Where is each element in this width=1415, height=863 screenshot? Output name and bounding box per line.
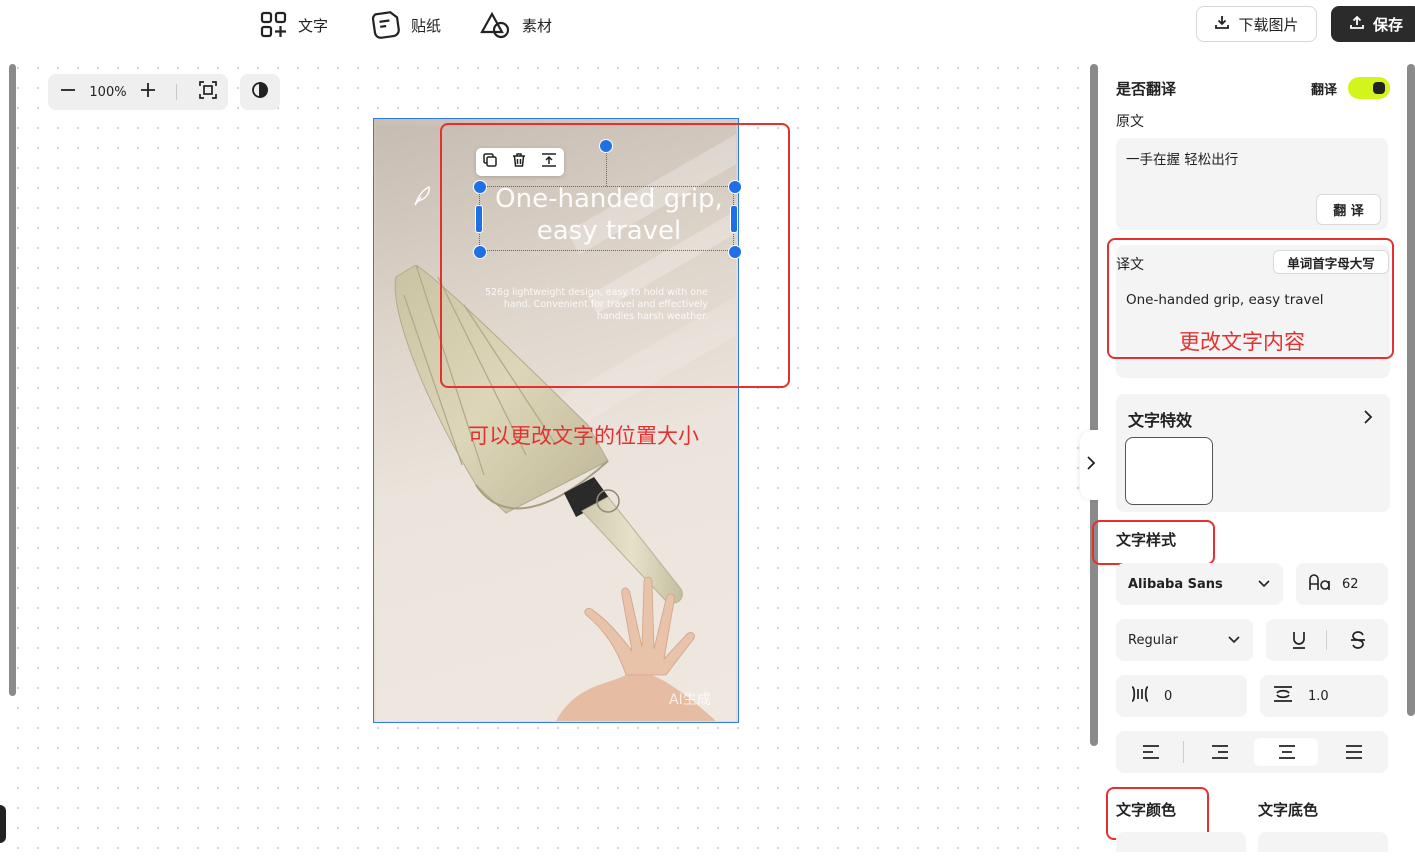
zoom-divider [176,84,177,100]
ai-generated-tag: AI生成 [669,692,711,708]
contrast-icon [251,81,269,103]
grid-plus-icon [260,11,288,39]
sticker-tool-button[interactable]: 贴纸 [371,10,441,40]
text-decoration-group [1266,619,1388,661]
material-tool-button[interactable]: 素材 [480,10,552,40]
feather-icon [412,185,432,211]
canvas-scrollbar-right[interactable] [1090,64,1098,746]
save-label: 保存 [1372,15,1403,34]
save-button[interactable]: 保存 [1331,6,1415,42]
underline-icon[interactable] [1290,630,1308,654]
align-justify-icon[interactable] [1345,744,1363,764]
download-icon [1214,14,1230,34]
font-size-field[interactable]: 62 [1296,563,1388,605]
text-bg-color-picker[interactable] [1258,832,1388,852]
align-divider [1183,741,1184,763]
text-bg-color-label: 文字底色 [1258,801,1319,819]
font-size-icon [1308,573,1332,595]
letter-spacing-field[interactable]: 0 [1116,675,1247,717]
zoom-out-button[interactable] [56,74,80,110]
upload-icon [1349,14,1365,34]
decoration-divider [1326,630,1327,650]
sticker-tool-label: 贴纸 [411,16,442,35]
chevron-right-icon[interactable] [1363,409,1373,429]
text-align-group [1116,731,1388,773]
line-height-field[interactable]: 1.0 [1260,675,1388,717]
sticker-icon [371,10,401,40]
material-tool-label: 素材 [522,16,553,35]
font-family-value: Alibaba Sans [1128,576,1223,592]
fit-screen-button[interactable] [196,74,220,110]
annotation-box-style [1092,520,1215,565]
zoom-in-button[interactable] [136,74,160,110]
strikethrough-icon[interactable] [1349,630,1367,654]
annotation-box-position [440,123,790,388]
translate-toggle-label: 翻译 [1311,83,1338,98]
zoom-toolbar: 100% [48,74,228,110]
align-right-icon[interactable] [1211,744,1229,764]
shapes-icon [480,11,512,39]
effect-preview-swatch[interactable] [1125,437,1213,505]
canvas-scrollbar-left[interactable] [9,64,16,696]
chevron-down-icon [1257,578,1271,593]
align-left-icon[interactable] [1142,744,1160,764]
download-label: 下载图片 [1238,15,1299,34]
align-center-icon[interactable] [1278,744,1296,764]
original-label: 原文 [1116,114,1144,130]
font-size-value: 62 [1342,576,1359,592]
font-family-select[interactable]: Alibaba Sans [1116,563,1283,605]
download-image-button[interactable]: 下载图片 [1196,6,1317,42]
chevron-down-icon [1227,634,1241,649]
collapse-panel-button[interactable] [1080,430,1102,500]
original-text: 一手在握 轻松出行 [1126,152,1239,168]
line-height-value: 1.0 [1308,688,1329,704]
top-toolbar: 文字 贴纸 素材 下载图片 保存 [0,0,1415,52]
minus-icon [59,81,77,103]
translate-button[interactable]: 翻 译 [1316,194,1381,225]
text-tool-label: 文字 [298,16,329,35]
side-handle[interactable] [0,805,6,843]
translate-toggle[interactable] [1348,77,1390,99]
compare-button[interactable] [240,74,280,110]
text-color-picker[interactable] [1116,832,1246,852]
zoom-level: 100% [89,84,127,100]
toggle-knob [1373,82,1385,94]
text-tool-button[interactable]: 文字 [260,10,328,40]
annotation-change-text-note: 更改文字内容 [1179,330,1305,354]
font-weight-select[interactable]: Regular [1116,619,1253,661]
line-height-icon [1272,685,1294,707]
letter-spacing-icon [1130,685,1150,707]
translate-question-label: 是否翻译 [1116,80,1177,98]
letter-spacing-value: 0 [1164,688,1173,704]
font-weight-value: Regular [1128,632,1178,648]
plus-icon [139,81,157,103]
text-effects-label: 文字特效 [1128,411,1193,430]
panel-scrollbar[interactable] [1407,64,1415,716]
annotation-position-note: 可以更改文字的位置大小 [468,424,699,448]
chevron-right-icon [1086,455,1096,475]
fit-screen-icon [199,81,217,103]
